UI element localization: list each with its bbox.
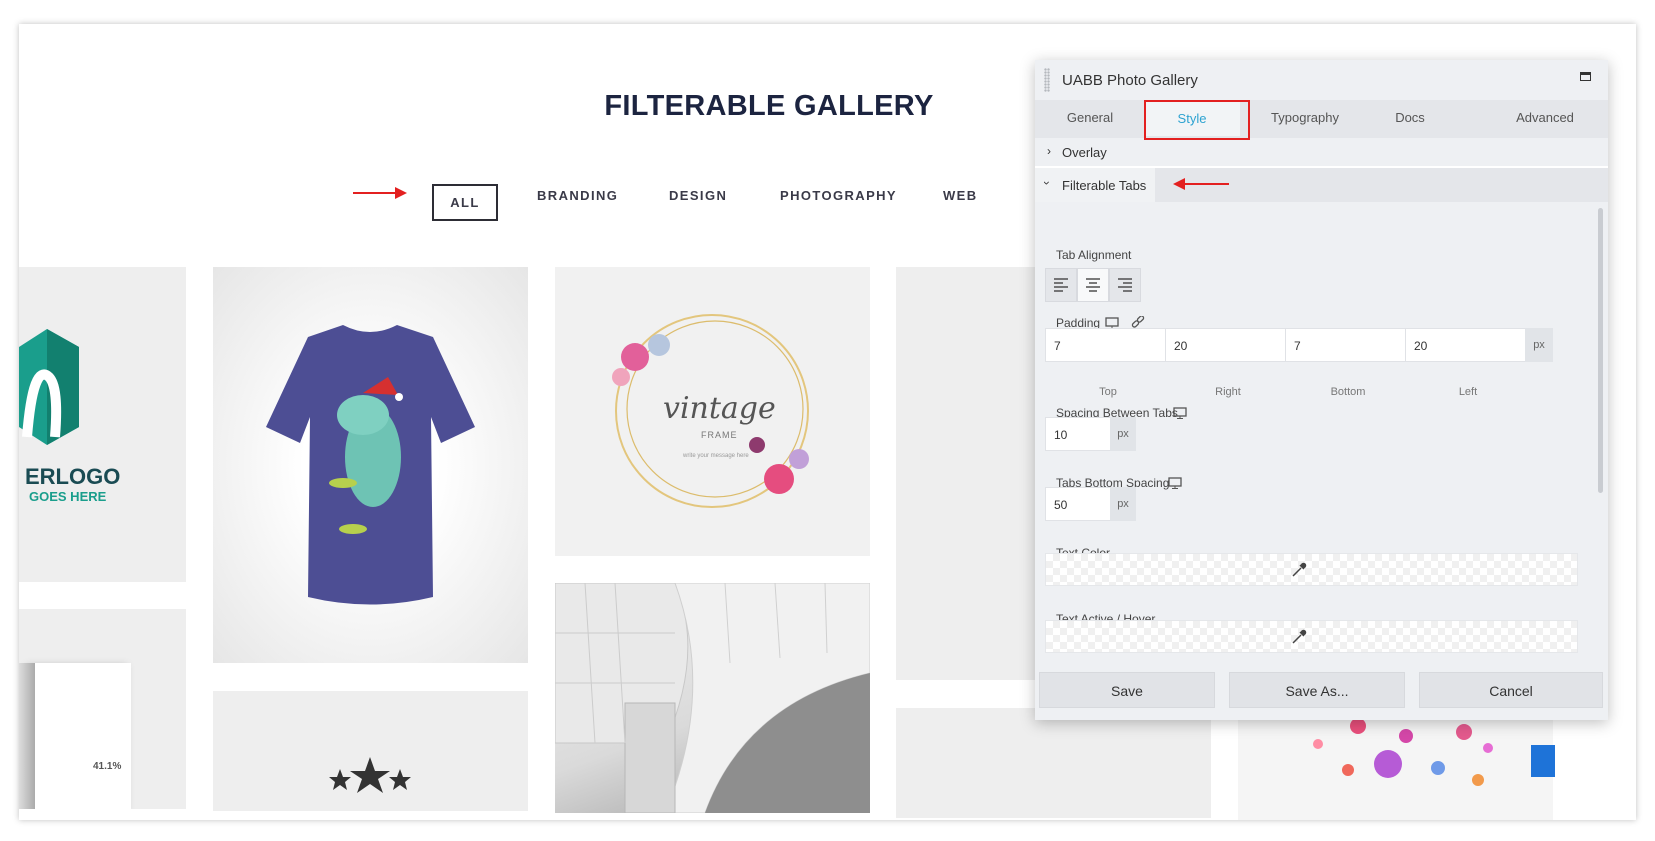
padding-top-sublabel: Top [1099, 386, 1117, 398]
chevron-down-icon: › [1040, 181, 1054, 185]
vintage-title: vintage [663, 391, 776, 426]
settings-panel: UABB Photo Gallery General Style Typogra… [1035, 60, 1608, 720]
crown-image [329, 757, 411, 793]
desktop-icon[interactable] [1168, 477, 1182, 489]
save-button[interactable]: Save [1039, 672, 1215, 708]
save-as-button[interactable]: Save As... [1229, 672, 1405, 708]
website-canvas: FILTERABLE GALLERY ALL BRANDING DESIGN P… [19, 24, 1636, 820]
vintage-subtitle: FRAME [701, 430, 738, 440]
text-color-picker[interactable] [1045, 553, 1578, 586]
tab-alignment-group [1045, 268, 1141, 302]
text-active-color-picker[interactable] [1045, 620, 1578, 653]
panel-title: UABB Photo Gallery [1062, 72, 1198, 89]
section-filterable-label: Filterable Tabs [1062, 178, 1147, 193]
tab-general[interactable]: General [1055, 110, 1125, 125]
annotation-arrow-filterable [1173, 178, 1229, 190]
padding-right-input[interactable]: 20 [1165, 328, 1286, 362]
gallery-item-logo[interactable]: ERLOGO GOES HERE [19, 267, 186, 582]
eyedropper-icon [1292, 629, 1307, 644]
logo-text-secondary: GOES HERE [29, 489, 107, 504]
logo-text-primary: ERLOGO [25, 464, 121, 489]
filter-tab-design[interactable]: DESIGN [669, 188, 727, 203]
panel-tabs: General Style Typography Docs Advanced [1035, 100, 1608, 140]
tshirt-image [266, 325, 475, 605]
drag-handle-icon[interactable] [1044, 68, 1050, 92]
gallery-item-tshirt[interactable] [213, 267, 528, 663]
tab-docs[interactable]: Docs [1375, 110, 1445, 125]
panel-scrollbar[interactable] [1598, 208, 1603, 493]
brochure-image [31, 663, 131, 809]
align-right-button[interactable] [1109, 268, 1141, 302]
filter-tab-all[interactable]: ALL [432, 184, 498, 221]
filter-tab-branding[interactable]: BRANDING [537, 188, 618, 203]
bottom-spacing-unit[interactable]: px [1110, 487, 1136, 521]
architecture-image [555, 583, 870, 813]
padding-left-input[interactable]: 20 [1405, 328, 1526, 362]
gallery-item-architecture[interactable] [555, 583, 870, 813]
panel-header[interactable]: UABB Photo Gallery [1035, 60, 1608, 102]
tab-typography[interactable]: Typography [1255, 110, 1355, 125]
spacing-between-input[interactable]: 10 [1045, 417, 1111, 451]
padding-top-input[interactable]: 7 [1045, 328, 1166, 362]
bottom-spacing-input[interactable]: 50 [1045, 487, 1111, 521]
spacing-between-unit[interactable]: px [1110, 417, 1136, 451]
padding-unit[interactable]: px [1525, 328, 1553, 362]
logo-image [19, 329, 79, 445]
vintage-small-text: write your message here [683, 453, 749, 459]
gallery-item-vintage[interactable]: vintage FRAME write your message here [555, 267, 870, 556]
eyedropper-icon [1292, 562, 1307, 577]
desktop-icon[interactable] [1173, 407, 1187, 419]
gallery-item-blank[interactable] [896, 708, 1211, 818]
align-center-icon [1086, 278, 1100, 292]
section-filterable-tabs[interactable]: › Filterable Tabs [1035, 168, 1608, 202]
align-left-button[interactable] [1045, 268, 1077, 302]
align-center-button[interactable] [1077, 268, 1109, 302]
tab-advanced[interactable]: Advanced [1495, 110, 1595, 125]
padding-bottom-input[interactable]: 7 [1285, 328, 1406, 362]
filter-tab-web[interactable]: WEB [943, 188, 978, 203]
section-overlay[interactable]: › Overlay [1035, 138, 1608, 168]
align-right-icon [1118, 278, 1132, 292]
filter-tab-photography[interactable]: PHOTOGRAPHY [780, 188, 897, 203]
brochure-stat: 41.1% [93, 761, 122, 772]
gallery-item-crown[interactable] [213, 691, 528, 811]
annotation-arrow-all [353, 187, 407, 199]
align-left-icon [1054, 278, 1068, 292]
brochure-spine [19, 663, 35, 809]
gallery-item-brochure[interactable]: 41.1% [19, 609, 186, 809]
floating-blue-button[interactable] [1531, 745, 1555, 777]
padding-bottom-sublabel: Bottom [1330, 386, 1366, 398]
padding-left-sublabel: Left [1458, 386, 1478, 398]
tab-alignment-label: Tab Alignment [1056, 248, 1132, 262]
cancel-button[interactable]: Cancel [1419, 672, 1603, 708]
maximize-icon[interactable] [1580, 72, 1591, 81]
chevron-right-icon: › [1047, 144, 1051, 158]
padding-right-sublabel: Right [1215, 386, 1241, 398]
annotation-highlight-style [1144, 100, 1250, 140]
section-overlay-label: Overlay [1062, 145, 1107, 160]
